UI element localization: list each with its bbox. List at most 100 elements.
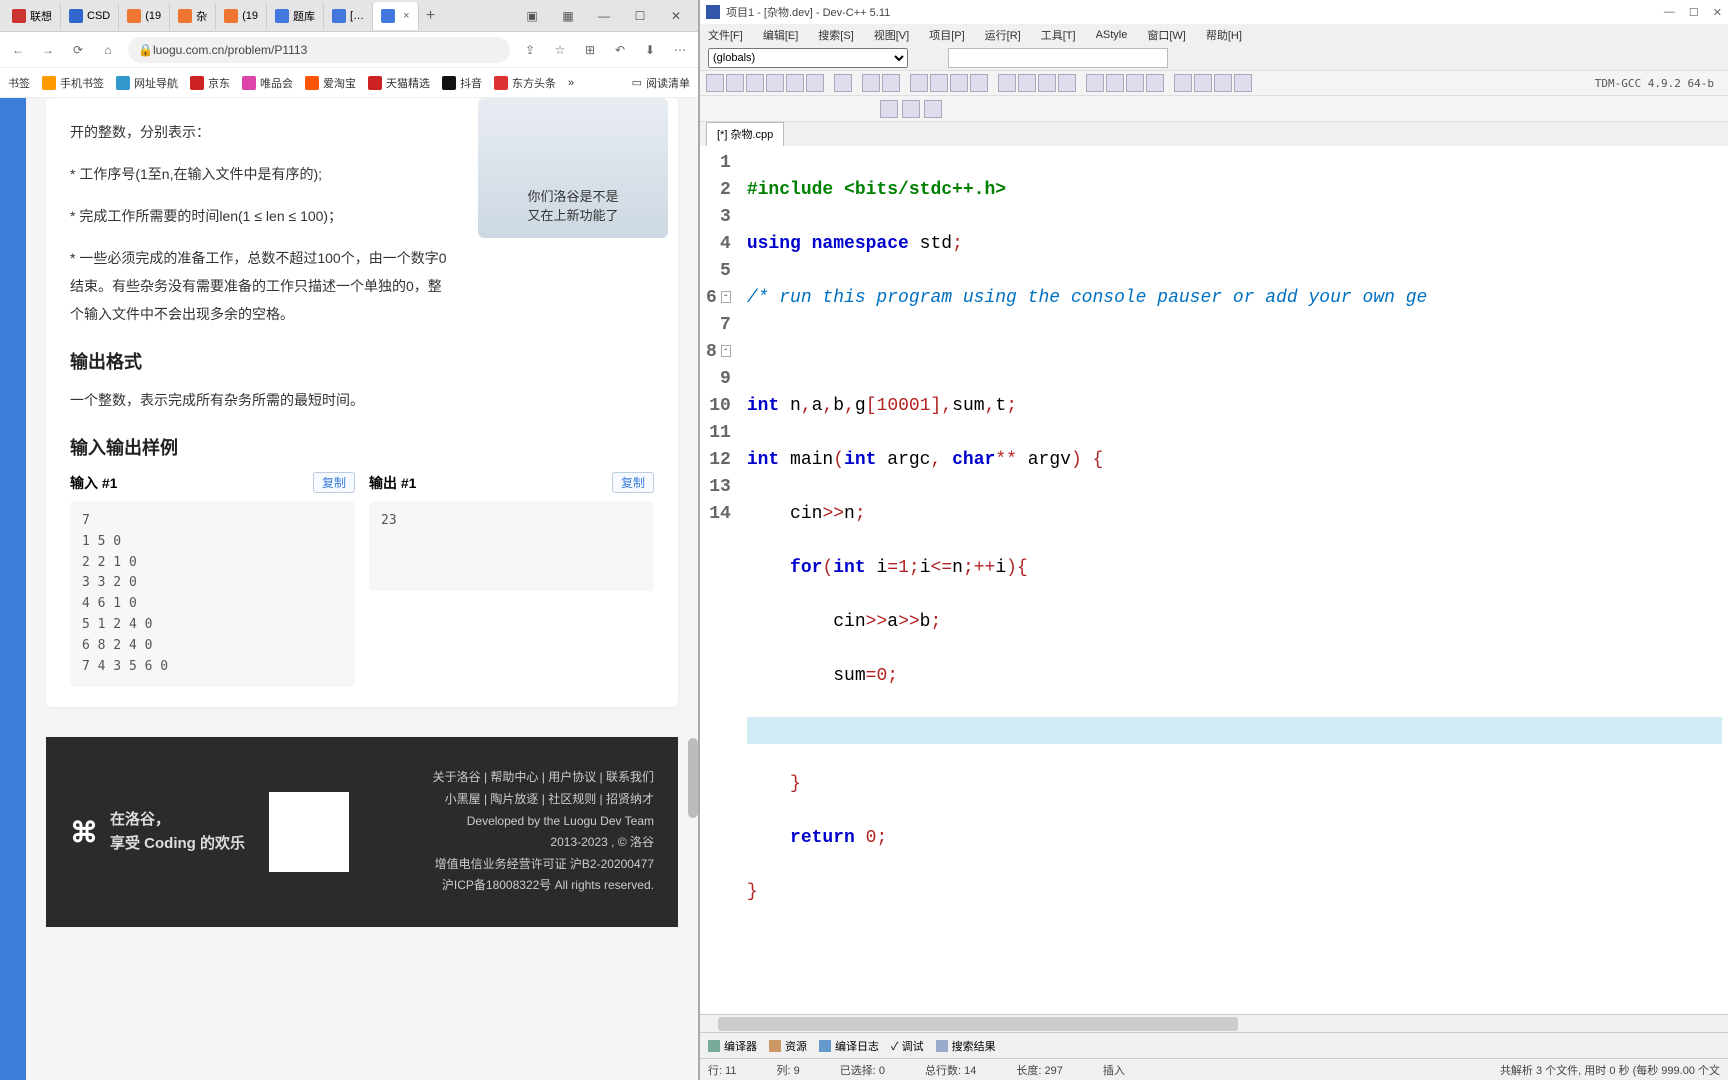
reload-icon[interactable]: ⟳ — [68, 43, 88, 57]
menu-item[interactable]: 工具[T] — [1041, 27, 1076, 43]
close-icon[interactable]: ✕ — [1713, 6, 1722, 19]
debug-tab[interactable]: ✓ 调试 — [891, 1038, 924, 1054]
download-icon[interactable]: ⬇ — [640, 43, 660, 57]
goto-icon[interactable] — [970, 74, 988, 92]
options-icon[interactable] — [1234, 74, 1252, 92]
close-icon[interactable] — [786, 74, 804, 92]
goto-bookmark-icon[interactable] — [1058, 74, 1076, 92]
tab[interactable]: 杂 — [170, 2, 216, 30]
print-icon[interactable] — [834, 74, 852, 92]
bookmark-more[interactable]: » — [568, 77, 574, 89]
menu-item[interactable]: 项目[P] — [929, 27, 964, 43]
window-tile-icon[interactable]: ▣ — [522, 9, 542, 23]
code-editor[interactable]: 1 2 3 4 5 6-7 8-9 10 11 12 13 14 #includ… — [700, 146, 1728, 1014]
forward-icon[interactable] — [1018, 74, 1036, 92]
promo-image[interactable]: 你们洛谷是不是 又在上新功能了 — [478, 98, 668, 238]
new-tab-button[interactable]: + — [419, 7, 443, 25]
menu-item[interactable]: 搜索[S] — [818, 27, 853, 43]
menu-icon[interactable]: ⋯ — [670, 43, 690, 57]
menu-item[interactable]: 帮助[H] — [1206, 27, 1242, 43]
tab[interactable]: 联想 — [4, 2, 61, 30]
copy-button[interactable]: 复制 — [612, 472, 654, 493]
url-input[interactable]: 🔒 luogu.com.cn/problem/P1113 — [128, 37, 510, 63]
bookmark[interactable]: 手机书签 — [42, 75, 104, 91]
close-icon[interactable]: × — [403, 10, 409, 22]
bookmark[interactable]: 爱淘宝 — [305, 75, 356, 91]
stop-icon[interactable] — [1194, 74, 1212, 92]
menu-item[interactable]: 文件[F] — [708, 27, 743, 43]
save-icon[interactable] — [746, 74, 764, 92]
new-file-icon[interactable] — [706, 74, 724, 92]
undo-icon[interactable]: ↶ — [610, 43, 630, 57]
copy-button[interactable]: 复制 — [313, 472, 355, 493]
menu-item[interactable]: 编辑[E] — [763, 27, 798, 43]
bookmark[interactable]: 京东 — [190, 75, 230, 91]
share-icon[interactable]: ⇪ — [520, 43, 540, 57]
bookmark[interactable]: 天猫精选 — [368, 75, 430, 91]
resources-tab[interactable]: 资源 — [769, 1038, 807, 1054]
debug-icon[interactable] — [1174, 74, 1192, 92]
address-bar: ← → ⟳ ⌂ 🔒 luogu.com.cn/problem/P1113 ⇪ ☆… — [0, 32, 698, 68]
back-icon[interactable] — [998, 74, 1016, 92]
footer-links[interactable]: 关于洛谷 | 帮助中心 | 用户协议 | 联系我们 — [433, 767, 654, 789]
luogu-sidebar[interactable] — [0, 98, 26, 1080]
tab-label: CSD — [87, 10, 110, 22]
tab[interactable]: [… — [324, 2, 373, 30]
class-browser-bar: (globals) — [700, 46, 1728, 70]
minimize-icon[interactable]: — — [1664, 6, 1675, 19]
rebuild-icon[interactable] — [1146, 74, 1164, 92]
home-icon[interactable]: ⌂ — [98, 43, 118, 57]
reading-list[interactable]: ▭ 阅读清单 — [632, 75, 690, 91]
bookmark[interactable]: 网址导航 — [116, 75, 178, 91]
find-next-icon[interactable] — [950, 74, 968, 92]
compile-run-icon[interactable] — [1126, 74, 1144, 92]
find-icon[interactable] — [910, 74, 928, 92]
profile-icon[interactable] — [1214, 74, 1232, 92]
bookmark[interactable]: 抖音 — [442, 75, 482, 91]
bookmark[interactable]: 东方头条 — [494, 75, 556, 91]
ext-icon[interactable]: ⊞ — [580, 43, 600, 57]
globals-select[interactable]: (globals) — [708, 48, 908, 68]
file-tab[interactable]: [*] 杂物.cpp — [706, 122, 784, 146]
forward-icon[interactable]: → — [38, 43, 58, 57]
code-content[interactable]: #include <bits/stdc++.h> using namespace… — [741, 146, 1728, 1014]
redo-icon[interactable] — [882, 74, 900, 92]
window-grid-icon[interactable]: ▦ — [558, 9, 578, 23]
goto-icon[interactable] — [924, 100, 942, 118]
close-all-icon[interactable] — [806, 74, 824, 92]
save-all-icon[interactable] — [766, 74, 784, 92]
maximize-icon[interactable]: ☐ — [630, 9, 650, 23]
bookmark-icon[interactable] — [1038, 74, 1056, 92]
find-results-tab[interactable]: 搜索结果 — [936, 1038, 996, 1054]
tab[interactable]: (19 — [216, 2, 267, 30]
replace-icon[interactable] — [930, 74, 948, 92]
horizontal-scrollbar[interactable] — [700, 1014, 1728, 1032]
back-icon[interactable]: ← — [8, 43, 28, 57]
compile-log-tab[interactable]: 编译日志 — [819, 1038, 879, 1054]
toggle-icon[interactable] — [902, 100, 920, 118]
minimize-icon[interactable]: — — [594, 9, 614, 23]
tab[interactable]: (19 — [119, 2, 170, 30]
menu-item[interactable]: 视图[V] — [874, 27, 909, 43]
tab[interactable]: CSD — [61, 2, 119, 30]
menu-item[interactable]: 窗口[W] — [1147, 27, 1186, 43]
bookmark[interactable]: 书签 — [8, 75, 30, 91]
compiler-tab[interactable]: 编译器 — [708, 1038, 757, 1054]
run-icon[interactable] — [1106, 74, 1124, 92]
maximize-icon[interactable]: ☐ — [1689, 6, 1699, 19]
scrollbar-thumb[interactable] — [688, 738, 698, 818]
menu-item[interactable]: AStyle — [1096, 29, 1128, 41]
close-icon[interactable]: ✕ — [666, 9, 686, 23]
tab-active[interactable]: × — [373, 2, 418, 30]
undo-icon[interactable] — [862, 74, 880, 92]
footer-links[interactable]: 小黑屋 | 陶片放逐 | 社区规则 | 招贤纳才 — [433, 789, 654, 811]
problem-page[interactable]: 开的整数，分别表示： * 工作序号(1至n,在输入文件中是有序的); * 完成工… — [26, 98, 698, 1080]
open-icon[interactable] — [726, 74, 744, 92]
insert-icon[interactable] — [880, 100, 898, 118]
star-icon[interactable]: ☆ — [550, 43, 570, 57]
compile-icon[interactable] — [1086, 74, 1104, 92]
tab[interactable]: 题库 — [267, 2, 324, 30]
bookmark[interactable]: 唯品会 — [242, 75, 293, 91]
member-select[interactable] — [948, 48, 1168, 68]
menu-item[interactable]: 运行[R] — [985, 27, 1021, 43]
